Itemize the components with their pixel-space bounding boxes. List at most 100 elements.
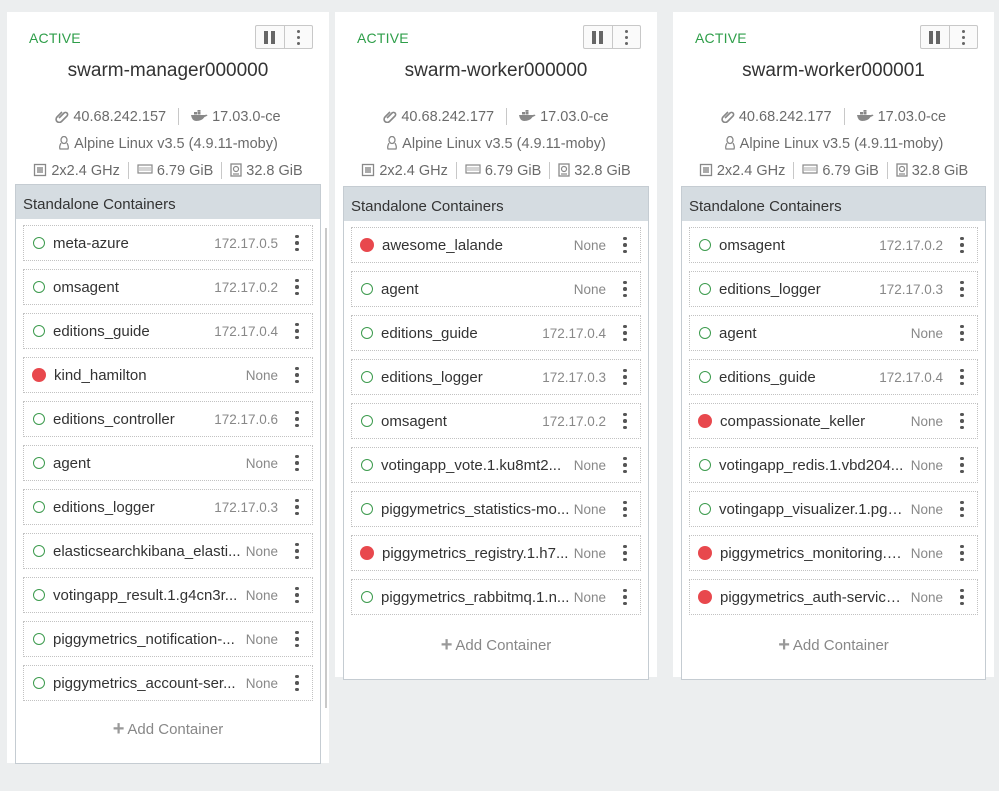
container-menu-button[interactable] — [286, 410, 308, 428]
container-menu-button[interactable] — [951, 368, 973, 386]
container-menu-button[interactable] — [286, 278, 308, 296]
container-menu-button[interactable] — [951, 324, 973, 342]
container-menu-button[interactable] — [951, 500, 973, 518]
node-menu-button[interactable] — [948, 26, 978, 48]
container-item[interactable]: piggymetrics_statistics-mo... None — [351, 491, 641, 527]
container-menu-button[interactable] — [951, 544, 973, 562]
container-item[interactable]: editions_logger 172.17.0.3 — [689, 271, 978, 307]
node-network-row: 40.68.242.157 17.03.0-ce — [7, 108, 329, 125]
container-item[interactable]: editions_controller 172.17.0.6 — [23, 401, 313, 437]
os-value: Alpine Linux v3.5 (4.9.11-moby) — [402, 136, 606, 152]
container-item[interactable]: votingapp_redis.1.vbd204... None — [689, 447, 978, 483]
container-menu-button[interactable] — [614, 412, 636, 430]
pause-icon — [592, 30, 604, 44]
container-name: editions_guide — [719, 368, 816, 386]
container-item[interactable]: votingapp_visualizer.1.pg7... None — [689, 491, 978, 527]
container-item[interactable]: kind_hamilton None — [23, 357, 313, 393]
container-item[interactable]: awesome_lalande None — [351, 227, 641, 263]
container-item[interactable]: omsagent 172.17.0.2 — [351, 403, 641, 439]
container-item[interactable]: piggymetrics_monitoring.1... None — [689, 535, 978, 571]
container-item[interactable]: agent None — [351, 271, 641, 307]
kebab-menu-icon — [623, 456, 627, 474]
container-menu-button[interactable] — [614, 236, 636, 254]
container-item[interactable]: piggymetrics_account-ser... None — [23, 665, 313, 701]
pause-button[interactable] — [256, 26, 284, 48]
stopped-status-icon — [360, 546, 374, 560]
memory-icon — [802, 164, 818, 177]
pause-button[interactable] — [921, 26, 949, 48]
container-item[interactable]: editions_logger 172.17.0.3 — [351, 359, 641, 395]
container-name: piggymetrics_statistics-mo... — [381, 500, 570, 518]
container-item[interactable]: elasticsearchkibana_elasti... None — [23, 533, 313, 569]
container-item[interactable]: editions_logger 172.17.0.3 — [23, 489, 313, 525]
container-item[interactable]: piggymetrics_rabbitmq.1.n... None — [351, 579, 641, 615]
container-menu-button[interactable] — [286, 234, 308, 252]
container-menu-button[interactable] — [614, 368, 636, 386]
container-menu-button[interactable] — [286, 366, 308, 384]
container-menu-button[interactable] — [286, 542, 308, 560]
linux-penguin-icon — [58, 135, 70, 152]
memory-value: 6.79 GiB — [156, 162, 214, 179]
container-item[interactable]: editions_guide 172.17.0.4 — [689, 359, 978, 395]
container-menu-button[interactable] — [951, 412, 973, 430]
container-menu-button[interactable] — [614, 456, 636, 474]
running-status-icon — [33, 633, 45, 645]
add-container-button[interactable]: + Add Container — [16, 719, 320, 739]
container-item[interactable]: piggymetrics_registry.1.h7... None — [351, 535, 641, 571]
container-menu-button[interactable] — [286, 674, 308, 692]
container-menu-button[interactable] — [951, 236, 973, 254]
container-item[interactable]: omsagent 172.17.0.2 — [23, 269, 313, 305]
node-menu-button[interactable] — [611, 26, 641, 48]
container-item[interactable]: omsagent 172.17.0.2 — [689, 227, 978, 263]
node-header: ACTIVE swarm-worker000001 40.68.242.177 17.… — [673, 12, 994, 182]
container-item[interactable]: compassionate_keller None — [689, 403, 978, 439]
node-docker-version: 17.03.0-ce — [856, 109, 946, 125]
node-ip-value: 40.68.242.177 — [401, 108, 495, 125]
container-item[interactable]: votingapp_result.1.g4cn3r... None — [23, 577, 313, 613]
container-menu-button[interactable] — [286, 630, 308, 648]
disk-icon — [230, 162, 242, 179]
node-memory: 6.79 GiB — [465, 163, 541, 179]
running-status-icon — [361, 415, 373, 427]
add-container-label: Add Container — [792, 636, 889, 654]
container-item[interactable]: votingapp_vote.1.ku8mt2... None — [351, 447, 641, 483]
running-status-icon — [699, 459, 711, 471]
container-menu-button[interactable] — [614, 544, 636, 562]
add-container-button[interactable]: + Add Container — [682, 635, 985, 655]
container-list-scrollbar[interactable] — [325, 228, 327, 708]
add-container-button[interactable]: + Add Container — [344, 635, 648, 655]
container-menu-button[interactable] — [286, 454, 308, 472]
container-item[interactable]: agent None — [23, 445, 313, 481]
running-status-icon — [33, 281, 45, 293]
container-menu-button[interactable] — [951, 588, 973, 606]
kebab-menu-icon — [623, 544, 627, 562]
container-menu-button[interactable] — [951, 280, 973, 298]
container-menu-button[interactable] — [286, 322, 308, 340]
container-menu-button[interactable] — [614, 324, 636, 342]
divider — [793, 162, 795, 179]
container-item[interactable]: editions_guide 172.17.0.4 — [23, 313, 313, 349]
cpu-value: 2x2.4 GHz — [51, 162, 120, 179]
container-item[interactable]: piggymetrics_auth-service... None — [689, 579, 978, 615]
container-menu-button[interactable] — [614, 280, 636, 298]
running-status-icon — [361, 327, 373, 339]
container-menu-button[interactable] — [286, 498, 308, 516]
container-item[interactable]: editions_guide 172.17.0.4 — [351, 315, 641, 351]
container-item[interactable]: agent None — [689, 315, 978, 351]
container-menu-button[interactable] — [614, 500, 636, 518]
node-disk: 32.8 GiB — [230, 162, 303, 179]
container-item[interactable]: piggymetrics_notification-... None — [23, 621, 313, 657]
section-title: Standalone Containers — [344, 187, 648, 221]
node-os: Alpine Linux v3.5 (4.9.11-moby) — [58, 135, 278, 152]
memory-icon — [465, 164, 481, 177]
linux-penguin-icon — [386, 135, 398, 152]
container-menu-button[interactable] — [951, 456, 973, 474]
kebab-menu-icon — [295, 454, 299, 472]
container-menu-button[interactable] — [286, 586, 308, 604]
kebab-menu-icon — [960, 236, 964, 254]
pause-icon — [929, 30, 941, 44]
node-menu-button[interactable] — [283, 26, 313, 48]
pause-button[interactable] — [584, 26, 612, 48]
container-item[interactable]: meta-azure 172.17.0.5 — [23, 225, 313, 261]
container-menu-button[interactable] — [614, 588, 636, 606]
